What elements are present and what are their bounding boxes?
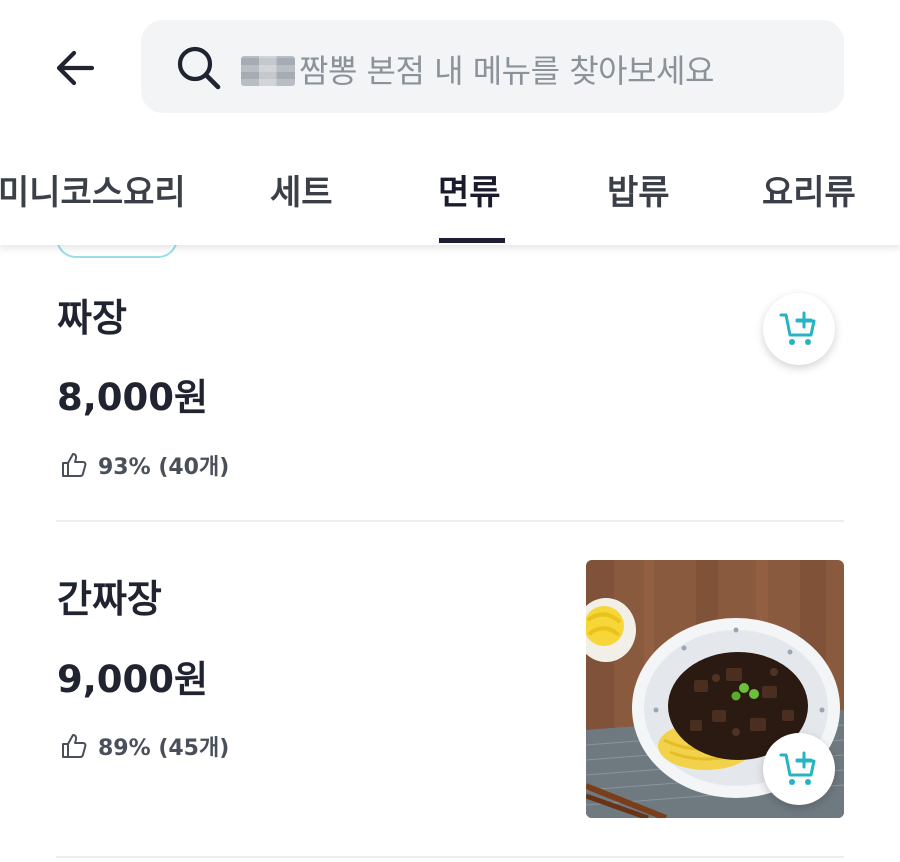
thumb-up-icon <box>62 453 87 477</box>
search-placeholder: 짬뽕 본점 내 메뉴를 찾아보세요 <box>241 46 714 92</box>
arrow-left-icon <box>56 50 95 86</box>
add-to-cart-button[interactable] <box>763 733 835 805</box>
divider <box>56 856 844 858</box>
menu-item-name: 간짜장 <box>57 577 162 621</box>
menu-item-price: 8,000원 <box>57 376 209 419</box>
cart-plus-icon <box>779 311 816 345</box>
add-to-cart-button[interactable] <box>763 293 835 365</box>
menu-item-name: 짜장 <box>57 296 127 340</box>
header: 짬뽕 본점 내 메뉴를 찾아보세요 <box>0 0 900 135</box>
search-icon <box>177 46 221 90</box>
divider <box>56 520 844 522</box>
tab-noodles[interactable]: 면류 <box>438 165 501 214</box>
tab-dishes[interactable]: 요리류 <box>762 165 856 214</box>
tab-rice[interactable]: 밥류 <box>607 165 670 214</box>
category-tabs: 미니코스요리 세트 면류 밥류 요리류 <box>0 135 900 245</box>
redacted-text <box>241 56 295 86</box>
tab-mini-course[interactable]: 미니코스요리 <box>0 165 186 214</box>
rating-text: 93% (40개) <box>98 455 230 480</box>
menu-item-rating: 93% (40개) <box>60 448 229 482</box>
menu-item-rating: 89% (45개) <box>60 729 229 763</box>
back-button[interactable] <box>48 40 104 96</box>
menu-item-price: 9,000원 <box>57 658 209 701</box>
thumb-up-icon <box>62 734 87 758</box>
search-input[interactable]: 짬뽕 본점 내 메뉴를 찾아보세요 <box>141 20 844 113</box>
rating-text: 89% (45개) <box>98 736 230 761</box>
tab-set[interactable]: 세트 <box>270 165 333 214</box>
active-tab-indicator <box>439 238 505 243</box>
cart-plus-icon <box>779 751 816 785</box>
